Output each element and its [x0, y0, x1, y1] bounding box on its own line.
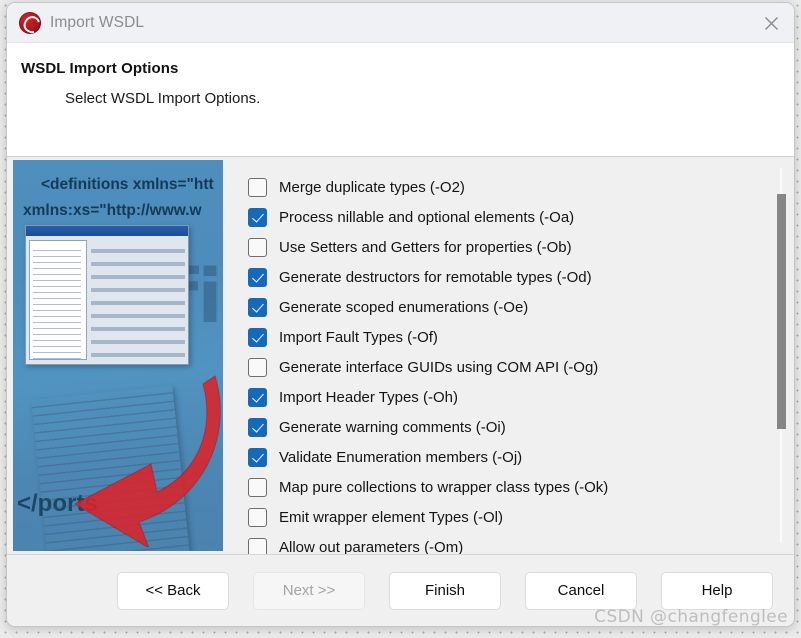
page-title: WSDL Import Options — [21, 60, 179, 77]
checkbox-checked-icon[interactable] — [248, 267, 267, 287]
option-label: Import Fault Types (-Of) — [279, 328, 438, 346]
next-button: Next >> — [253, 571, 365, 610]
close-icon[interactable] — [748, 3, 794, 43]
window-title: Import WSDL — [50, 13, 145, 31]
option-label: Generate scoped enumerations (-Oe) — [279, 298, 529, 316]
option-row[interactable]: Generate destructors for remotable types… — [248, 262, 770, 292]
option-label: Generate warning comments (-Oi) — [279, 418, 506, 436]
option-label: Generate destructors for remotable types… — [279, 268, 592, 286]
options-list: Merge duplicate types (-O2) Process nilla… — [233, 160, 770, 557]
checkbox-checked-icon[interactable] — [248, 387, 267, 407]
help-button[interactable]: Help — [661, 571, 773, 610]
option-label: Generate interface GUIDs using COM API (… — [279, 358, 599, 376]
checkbox-unchecked-icon[interactable] — [248, 477, 267, 497]
checkbox-checked-icon[interactable] — [248, 417, 267, 437]
banner-app-window-thumbnail — [25, 225, 189, 365]
cancel-button[interactable]: Cancel — [525, 571, 637, 610]
banner-thumb-titlebar — [26, 226, 188, 236]
wizard-banner-image: definiti binding=" <definitions xmlns="h… — [13, 160, 223, 551]
option-label: Import Header Types (-Oh) — [279, 388, 458, 406]
options-panel: Merge duplicate types (-O2) Process nilla… — [233, 160, 788, 557]
banner-code-xsd: xmlns:xs="http://www.w — [23, 202, 202, 219]
banner-thumb-content — [26, 236, 188, 364]
title-bar: Import WSDL — [7, 3, 794, 43]
option-label: Validate Enumeration members (-Oj) — [279, 448, 523, 466]
import-wsdl-dialog: Import WSDL WSDL Import Options Select W… — [6, 2, 795, 627]
checkbox-unchecked-icon[interactable] — [248, 237, 267, 257]
checkbox-checked-icon[interactable] — [248, 447, 267, 467]
dialog-button-bar: << Back Next >> Finish Cancel Help CSDN @chan… — [7, 554, 794, 626]
checkbox-unchecked-icon[interactable] — [248, 357, 267, 377]
banner-code-definitions: <definitions xmlns="htt — [41, 176, 214, 193]
option-label: Allow out parameters (-Om) — [279, 538, 464, 556]
checkbox-checked-icon[interactable] — [248, 327, 267, 347]
banner-red-arrow-icon — [73, 375, 221, 547]
option-label: Map pure collections to wrapper class ty… — [279, 478, 609, 496]
option-row[interactable]: Generate warning comments (-Oi) — [248, 412, 770, 442]
checkbox-unchecked-icon[interactable] — [248, 177, 267, 197]
scrollbar-thumb[interactable] — [777, 194, 786, 429]
option-row[interactable]: Generate scoped enumerations (-Oe) — [248, 292, 770, 322]
option-row[interactable]: Emit wrapper element Types (-Ol) — [248, 502, 770, 532]
option-row[interactable]: Generate interface GUIDs using COM API (… — [248, 352, 770, 382]
option-label: Emit wrapper element Types (-Ol) — [279, 508, 503, 526]
page-subtitle: Select WSDL Import Options. — [65, 90, 261, 107]
option-row[interactable]: Use Setters and Getters for properties (… — [248, 232, 770, 262]
csdn-watermark: CSDN @changfenglee — [594, 607, 788, 627]
option-row[interactable]: Import Fault Types (-Of) — [248, 322, 770, 352]
option-row[interactable]: Process nillable and optional elements (… — [248, 202, 770, 232]
option-label: Process nillable and optional elements (… — [279, 208, 575, 226]
checkbox-checked-icon[interactable] — [248, 297, 267, 317]
checkbox-checked-icon[interactable] — [248, 207, 267, 227]
option-row[interactable]: Map pure collections to wrapper class ty… — [248, 472, 770, 502]
banner-thumb-tree — [29, 240, 87, 360]
option-label: Merge duplicate types (-O2) — [279, 178, 465, 196]
option-row[interactable]: Merge duplicate types (-O2) — [248, 172, 770, 202]
option-row[interactable]: Validate Enumeration members (-Oj) — [248, 442, 770, 472]
dialog-body: definiti binding=" <definitions xmlns="h… — [7, 157, 794, 557]
banner-thumb-fields — [91, 240, 185, 360]
option-row[interactable]: Import Header Types (-Oh) — [248, 382, 770, 412]
checkbox-unchecked-icon[interactable] — [248, 507, 267, 527]
wizard-header: WSDL Import Options Select WSDL Import O… — [7, 43, 794, 157]
back-button[interactable]: << Back — [117, 571, 229, 610]
options-scrollbar[interactable] — [774, 162, 788, 549]
finish-button[interactable]: Finish — [389, 571, 501, 610]
embarcadero-logo-icon — [19, 11, 41, 34]
option-label: Use Setters and Getters for properties (… — [279, 238, 572, 256]
